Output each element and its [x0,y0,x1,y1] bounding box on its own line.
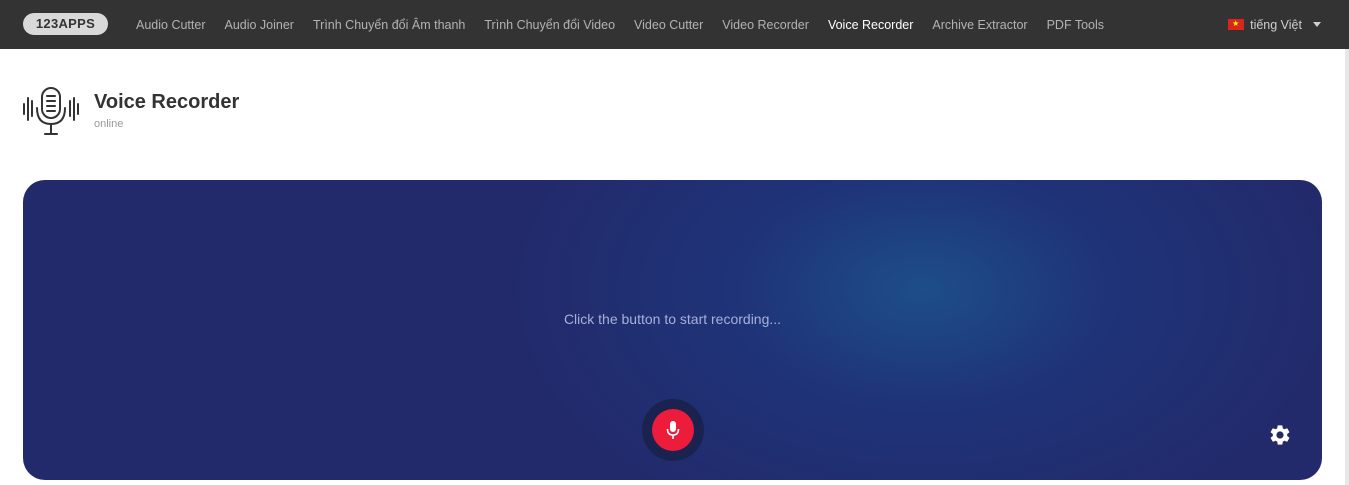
recorder-panel: Click the button to start recording... [23,180,1322,480]
logo[interactable]: 123APPS [23,13,108,35]
nav-item-audio-joiner[interactable]: Audio Joiner [224,18,294,32]
language-selector[interactable]: tiếng Việt [1228,0,1321,49]
vietnam-flag-icon [1228,18,1245,30]
nav-item-archive-extractor[interactable]: Archive Extractor [932,18,1027,32]
record-button-inner[interactable] [652,409,694,451]
recording-prompt: Click the button to start recording... [563,311,782,327]
nav-item-pdf-tools[interactable]: PDF Tools [1047,18,1104,32]
app-subtitle: online [94,118,124,130]
gear-icon[interactable] [1268,423,1292,447]
language-label: tiếng Việt [1250,17,1302,32]
nav-item-audio-cutter[interactable]: Audio Cutter [136,18,205,32]
record-button[interactable] [642,399,704,461]
top-navbar: 123APPS Audio Cutter Audio Joiner Trình … [0,0,1349,49]
main-nav: Audio Cutter Audio Joiner Trình Chuyển đ… [136,0,1104,49]
chevron-down-icon [1313,22,1321,27]
nav-item-video-cutter[interactable]: Video Cutter [634,18,703,32]
microphone-icon [666,421,680,439]
nav-item-video-recorder[interactable]: Video Recorder [722,18,809,32]
nav-item-video-converter[interactable]: Trình Chuyển đổi Video [484,18,615,32]
nav-item-voice-recorder[interactable]: Voice Recorder [828,18,913,32]
microphone-waveform-icon [23,87,79,135]
nav-item-audio-converter[interactable]: Trình Chuyển đổi Âm thanh [313,18,465,32]
app-title: Voice Recorder [94,91,240,113]
page-scrollbar[interactable] [1345,49,1349,485]
